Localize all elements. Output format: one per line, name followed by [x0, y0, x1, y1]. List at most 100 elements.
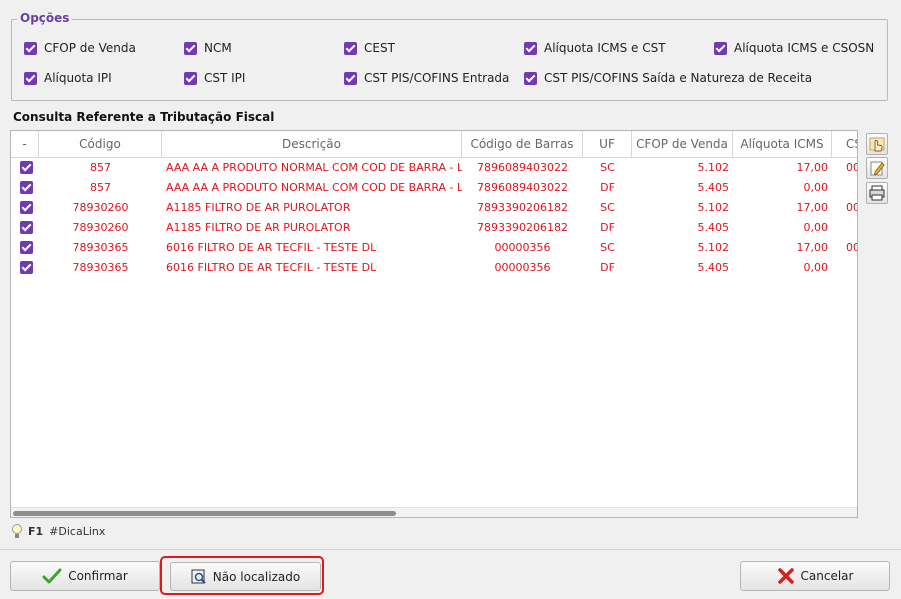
cancel-label: Cancelar	[800, 569, 854, 583]
row-checkbox[interactable]	[20, 261, 33, 274]
not-found-label: Não localizado	[212, 569, 301, 584]
cell-barras: 7896089403022	[477, 181, 568, 194]
cell-codigo: 78930260	[72, 221, 129, 234]
option-ncm[interactable]: NCM	[184, 41, 232, 55]
cell-descricao: AAA AA A PRODUTO NORMAL COM COD DE BARRA…	[166, 161, 462, 174]
cell-codigo: 78930260	[72, 201, 129, 214]
cell-descricao: 6016 FILTRO DE AR TECFIL - TESTE DL	[166, 261, 377, 274]
cell-uf: DF	[600, 181, 615, 194]
cell-cfop: 5.405	[697, 181, 730, 194]
horizontal-scrollbar[interactable]	[11, 507, 857, 517]
cell-cs	[832, 258, 857, 278]
option-cest[interactable]: CEST	[344, 41, 395, 55]
footer-divider	[0, 549, 901, 550]
option-aliquota-icms-cst[interactable]: Alíquota ICMS e CST	[524, 41, 666, 55]
checkbox[interactable]	[714, 41, 727, 55]
checkbox[interactable]	[524, 41, 537, 55]
edit-button[interactable]	[866, 157, 888, 179]
cell-descricao: A1185 FILTRO DE AR PUROLATOR	[166, 221, 351, 234]
close-icon	[777, 568, 794, 584]
option-cst-ipi[interactable]: CST IPI	[184, 71, 245, 85]
column-header[interactable]: Código de Barras	[462, 131, 583, 157]
option-label: CST IPI	[204, 71, 246, 85]
option-cst-pis-cofins-saida[interactable]: CST PIS/COFINS Saída e Natureza de Recei…	[524, 71, 812, 85]
option-label: Alíquota IPI	[44, 71, 112, 85]
table-row[interactable]: 857 AAA AA A PRODUTO NORMAL COM COD DE B…	[11, 178, 857, 198]
checkmark-icon	[42, 568, 62, 584]
row-checkbox[interactable]	[20, 201, 33, 214]
checkbox[interactable]	[184, 71, 197, 85]
lightbulb-icon	[12, 524, 22, 538]
data-grid[interactable]: - Código Descrição Código de Barras UF C…	[10, 130, 858, 518]
cell-uf: SC	[600, 201, 615, 214]
table-row[interactable]: 78930260 A1185 FILTRO DE AR PUROLATOR 78…	[11, 198, 857, 218]
row-checkbox[interactable]	[20, 161, 33, 174]
checkbox[interactable]	[24, 41, 37, 55]
cell-aliquota: 0,00	[803, 221, 829, 234]
cancel-button[interactable]: Cancelar	[740, 561, 890, 591]
cell-barras: 7893390206182	[477, 201, 568, 214]
option-aliquota-ipi[interactable]: Alíquota IPI	[24, 71, 112, 85]
cell-codigo: 78930365	[72, 241, 129, 254]
column-header[interactable]: -	[11, 131, 39, 157]
column-header[interactable]: UF	[583, 131, 632, 157]
cell-aliquota: 17,00	[796, 201, 829, 214]
row-checkbox[interactable]	[20, 181, 33, 194]
cell-cfop: 5.405	[697, 261, 730, 274]
confirm-label: Confirmar	[68, 569, 128, 583]
cell-cs	[832, 178, 857, 198]
cell-descricao: A1185 FILTRO DE AR PUROLATOR	[166, 201, 351, 214]
print-button[interactable]	[866, 182, 888, 204]
option-cfop-venda[interactable]: CFOP de Venda	[24, 41, 136, 55]
cell-barras: 7896089403022	[477, 161, 568, 174]
options-group	[11, 19, 888, 101]
column-header[interactable]: CFOP de Venda	[632, 131, 733, 157]
document-search-icon	[191, 569, 206, 584]
cell-cfop: 5.102	[697, 201, 730, 214]
option-label: Alíquota ICMS e CSOSN	[734, 41, 875, 55]
cell-descricao: 6016 FILTRO DE AR TECFIL - TESTE DL	[166, 241, 377, 254]
select-tool-button[interactable]	[866, 133, 888, 155]
column-header[interactable]: Código	[39, 131, 162, 157]
checkbox[interactable]	[344, 71, 357, 85]
scrollbar-thumb[interactable]	[13, 511, 396, 516]
column-header[interactable]: Descrição	[162, 131, 462, 157]
table-row[interactable]: 78930365 6016 FILTRO DE AR TECFIL - TEST…	[11, 258, 857, 278]
option-label: CFOP de Venda	[44, 41, 136, 55]
checkbox[interactable]	[24, 71, 37, 85]
tip-key: F1	[28, 524, 44, 538]
table-row[interactable]: 857 AAA AA A PRODUTO NORMAL COM COD DE B…	[11, 158, 857, 178]
cell-aliquota: 17,00	[796, 241, 829, 254]
option-label: CST PIS/COFINS Saída e Natureza de Recei…	[544, 71, 813, 85]
cell-barras: 00000356	[494, 241, 551, 254]
cell-cfop: 5.102	[697, 161, 730, 174]
hand-pointer-icon	[869, 137, 885, 152]
cell-uf: SC	[600, 161, 615, 174]
cell-uf: SC	[600, 241, 615, 254]
checkbox[interactable]	[344, 41, 357, 55]
cell-codigo: 78930365	[72, 261, 129, 274]
cell-aliquota: 17,00	[796, 161, 829, 174]
confirm-button[interactable]: Confirmar	[10, 561, 160, 591]
options-legend: Opções	[17, 11, 73, 25]
row-checkbox[interactable]	[20, 241, 33, 254]
checkbox[interactable]	[184, 41, 197, 55]
table-row[interactable]: 78930365 6016 FILTRO DE AR TECFIL - TEST…	[11, 238, 857, 258]
option-label: CEST	[364, 41, 395, 55]
cell-descricao: AAA AA A PRODUTO NORMAL COM COD DE BARRA…	[166, 181, 462, 194]
option-aliquota-icms-csosn[interactable]: Alíquota ICMS e CSOSN	[714, 41, 874, 55]
not-found-button[interactable]: Não localizado	[170, 562, 321, 591]
cell-cs: 00	[846, 201, 857, 214]
column-header[interactable]: CS	[832, 131, 857, 157]
cell-aliquota: 0,00	[803, 181, 829, 194]
cell-uf: DF	[600, 221, 615, 234]
cell-codigo: 857	[90, 181, 111, 194]
option-cst-pis-cofins-entrada[interactable]: CST PIS/COFINS Entrada	[344, 71, 509, 85]
cell-cs: 00	[846, 241, 857, 254]
table-row[interactable]: 78930260 A1185 FILTRO DE AR PUROLATOR 78…	[11, 218, 857, 238]
option-label: NCM	[204, 41, 232, 55]
column-header[interactable]: Alíquota ICMS	[733, 131, 832, 157]
tip-text: #DicaLinx	[49, 524, 106, 538]
row-checkbox[interactable]	[20, 221, 33, 234]
checkbox[interactable]	[524, 71, 537, 85]
